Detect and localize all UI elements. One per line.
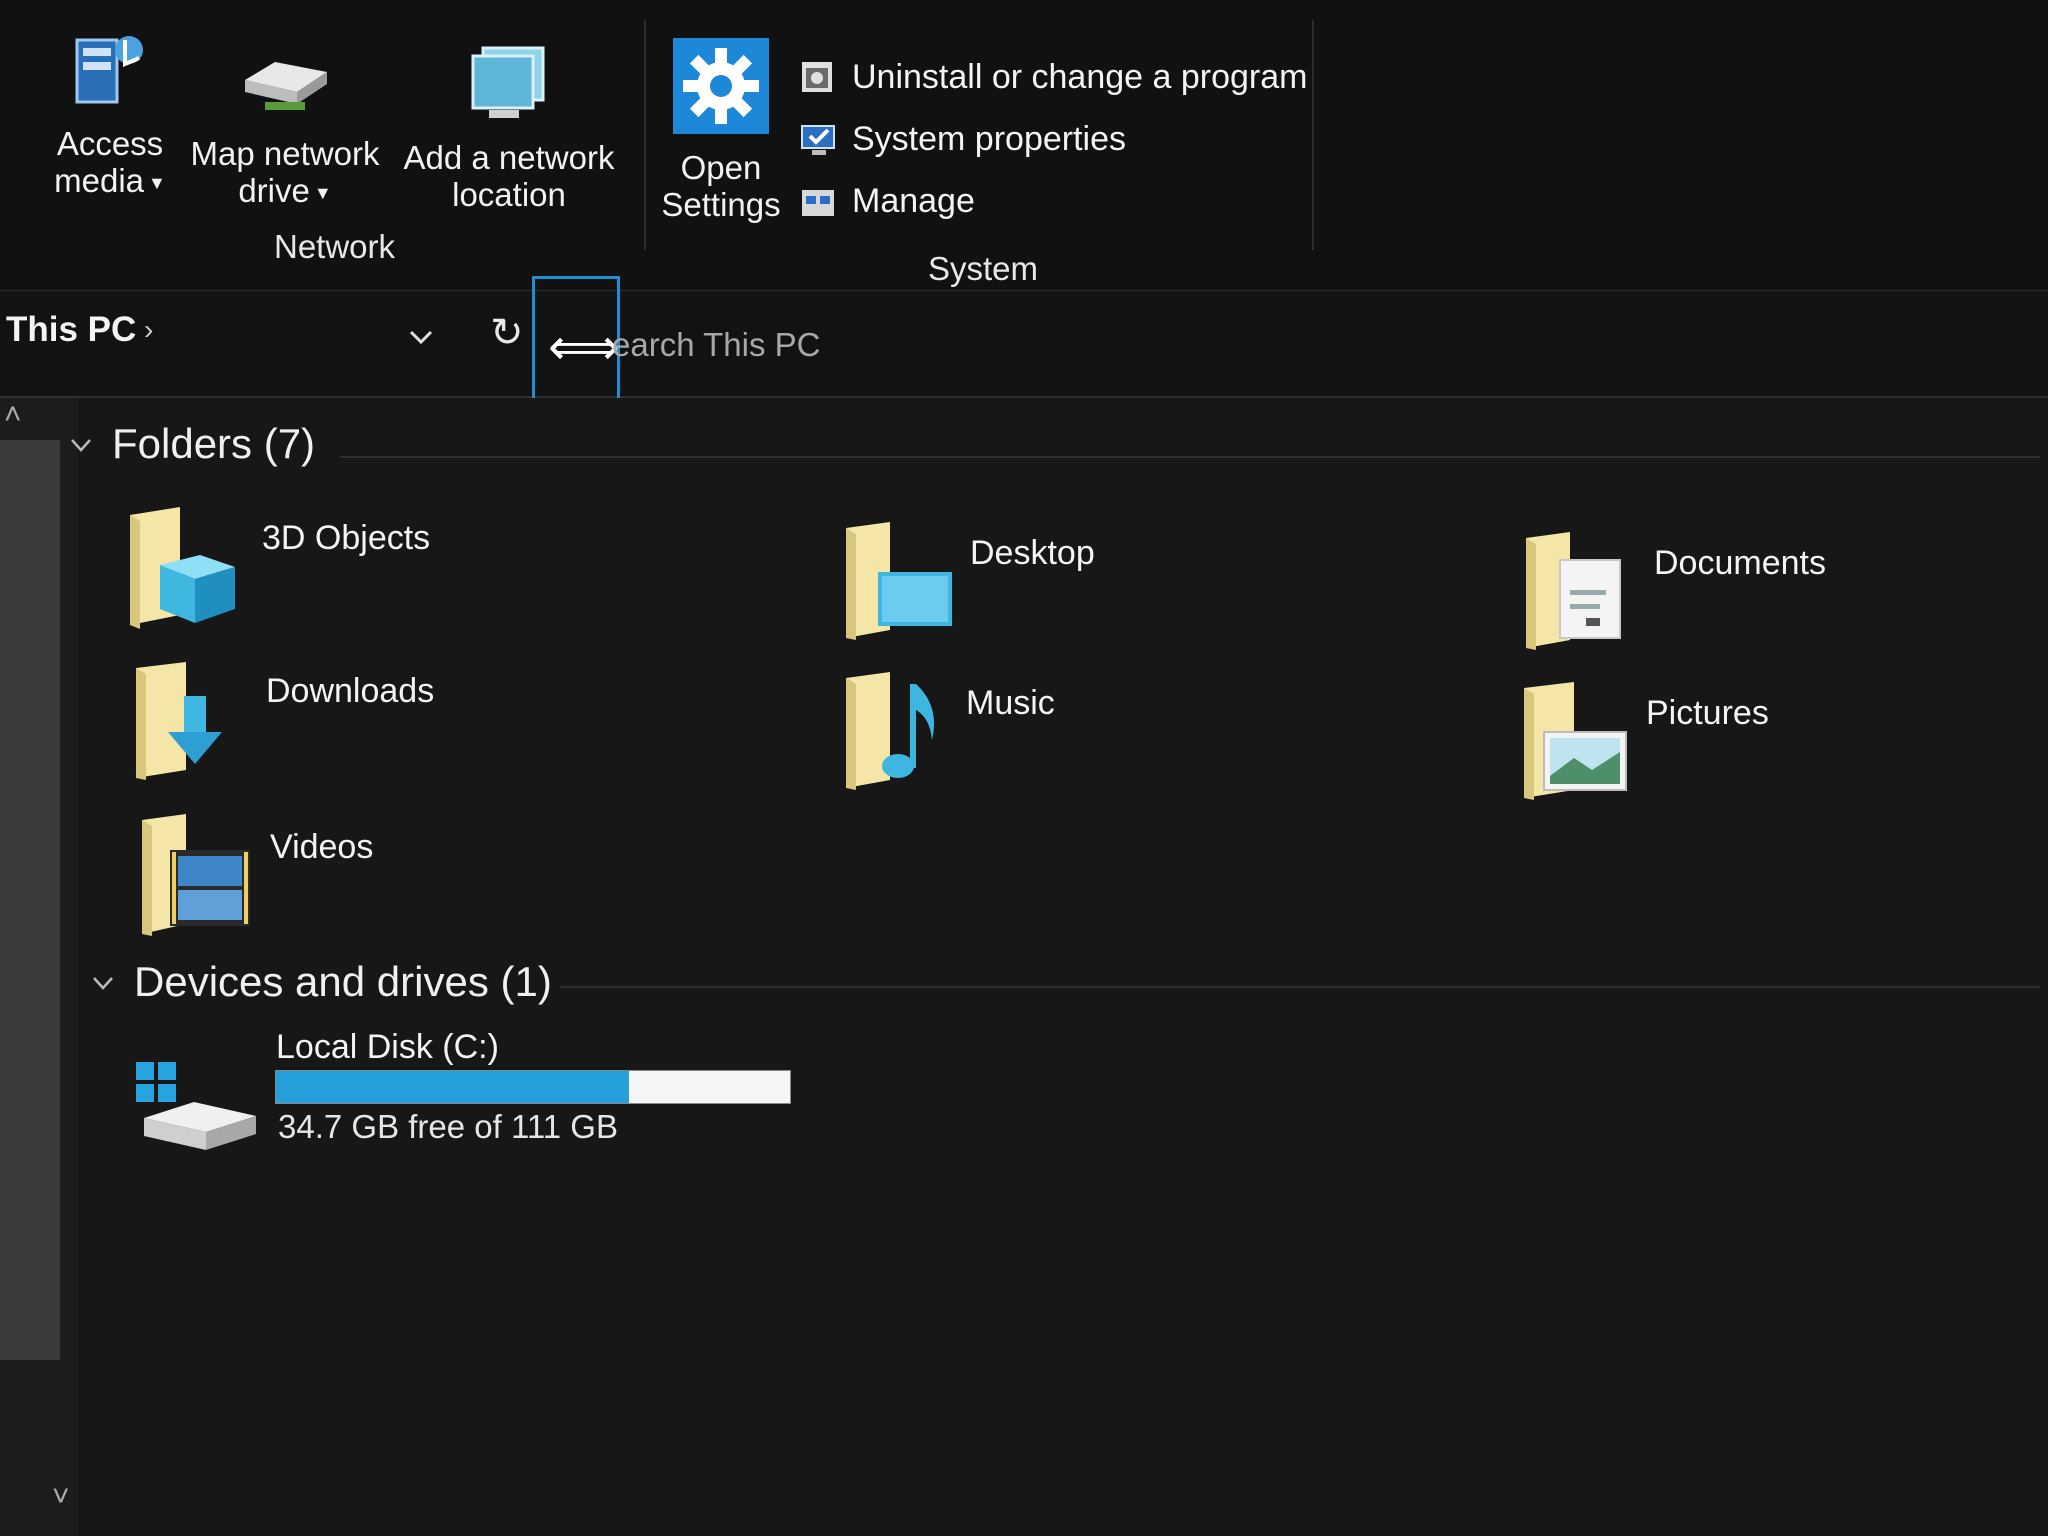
access-media-label-2: media [54,162,145,199]
add-network-location-label-1: Add a network [403,139,615,176]
network-location-icon [471,46,545,118]
open-settings-button[interactable]: Open Settings [656,38,786,223]
folder-name: Music [966,684,1055,722]
system-properties-button[interactable]: System properties [800,114,1126,164]
system-properties-icon [801,125,835,155]
manage-label: Manage [852,181,975,220]
uninstall-program-label: Uninstall or change a program [852,57,1308,96]
downloads-folder-icon [136,662,222,780]
add-network-location-label-2: location [452,176,566,213]
folder-name: Videos [270,828,374,866]
section-divider [560,986,2040,988]
group-divider [644,20,646,250]
address-history-chevron-down-icon[interactable] [408,324,434,350]
resize-cursor-icon: ⟺ [548,319,620,375]
section-divider [340,456,2040,458]
pictures-folder-icon [1524,682,1627,800]
open-settings-label-1: Open [680,149,762,186]
address-bar[interactable]: This PC › ↻ [0,296,2048,398]
media-server-icon [75,36,143,104]
gear-icon [673,38,769,134]
3d-objects-folder-icon [130,507,235,629]
network-drive-icon [245,62,327,110]
drive-name[interactable]: Local Disk (C:) [276,1028,499,1067]
system-group-label: System [928,250,1039,287]
scroll-down-icon[interactable]: ˅ [52,1480,70,1514]
uninstall-program-button[interactable]: Uninstall or change a program [800,52,1307,102]
map-network-drive-label-2: drive [238,172,310,209]
dropdown-caret-icon: ▼ [313,182,332,203]
folder-name: Pictures [1646,694,1769,732]
system-properties-label: System properties [852,119,1126,158]
manage-icon [802,190,834,216]
folders-collapse-chevron-icon[interactable] [70,434,92,456]
folder-tile[interactable]: Music [840,670,1055,795]
map-network-drive-label-1: Map network [190,135,380,172]
devices-collapse-chevron-icon[interactable] [92,972,114,994]
search-input[interactable]: earch This PC [612,326,820,364]
file-explorer-window: Access media ▼ Map network drive ▼ Add a n… [0,0,2048,1536]
folder-tile[interactable]: 3D Objects [120,505,430,635]
access-media-label-1: Access [56,125,164,162]
manage-button[interactable]: Manage [800,176,975,226]
ribbon: Access media ▼ Map network drive ▼ Add a n… [0,0,2048,291]
breadcrumb-this-pc[interactable]: This PC [6,310,136,350]
folder-tile[interactable]: Desktop [840,520,1095,645]
refresh-icon[interactable]: ↻ [490,310,524,356]
folder-name: 3D Objects [262,519,431,557]
documents-folder-icon [1526,532,1621,650]
breadcrumb-chevron-icon[interactable]: › [144,314,153,346]
folder-name: Downloads [266,672,435,710]
folder-tile[interactable]: Pictures [1514,680,1769,805]
drive-free-space: 34.7 GB free of 111 GB [278,1108,618,1145]
folder-tile[interactable]: Documents [1520,530,1826,655]
desktop-folder-icon [846,522,952,640]
devices-section-title[interactable]: Devices and drives (1) [134,958,552,1006]
network-group-label: Network [274,228,396,265]
group-divider [1312,20,1314,250]
open-settings-label-2: Settings [661,186,781,223]
scroll-up-icon[interactable]: ˄ [4,398,22,432]
folder-name: Desktop [970,534,1095,572]
folder-tile[interactable]: Videos [136,812,373,942]
music-folder-icon [846,672,934,790]
add-network-location-button[interactable]: Add a network location [398,40,620,213]
windows-drive-icon [136,1062,256,1150]
drive-usage-bar [275,1070,791,1104]
uninstall-icon [802,62,832,92]
folders-section-title[interactable]: Folders (7) [112,420,315,468]
navigation-scrollbar[interactable] [0,440,60,1360]
drive-usage-fill [276,1071,630,1103]
dropdown-caret-icon: ▼ [148,172,166,193]
videos-folder-icon [142,814,250,936]
map-network-drive-button[interactable]: Map network drive ▼ [180,40,390,212]
folder-name: Documents [1654,544,1826,582]
drive-tile[interactable] [134,1060,258,1159]
access-media-button[interactable]: Access media ▼ [50,20,170,202]
folder-tile[interactable]: Downloads [126,660,434,785]
